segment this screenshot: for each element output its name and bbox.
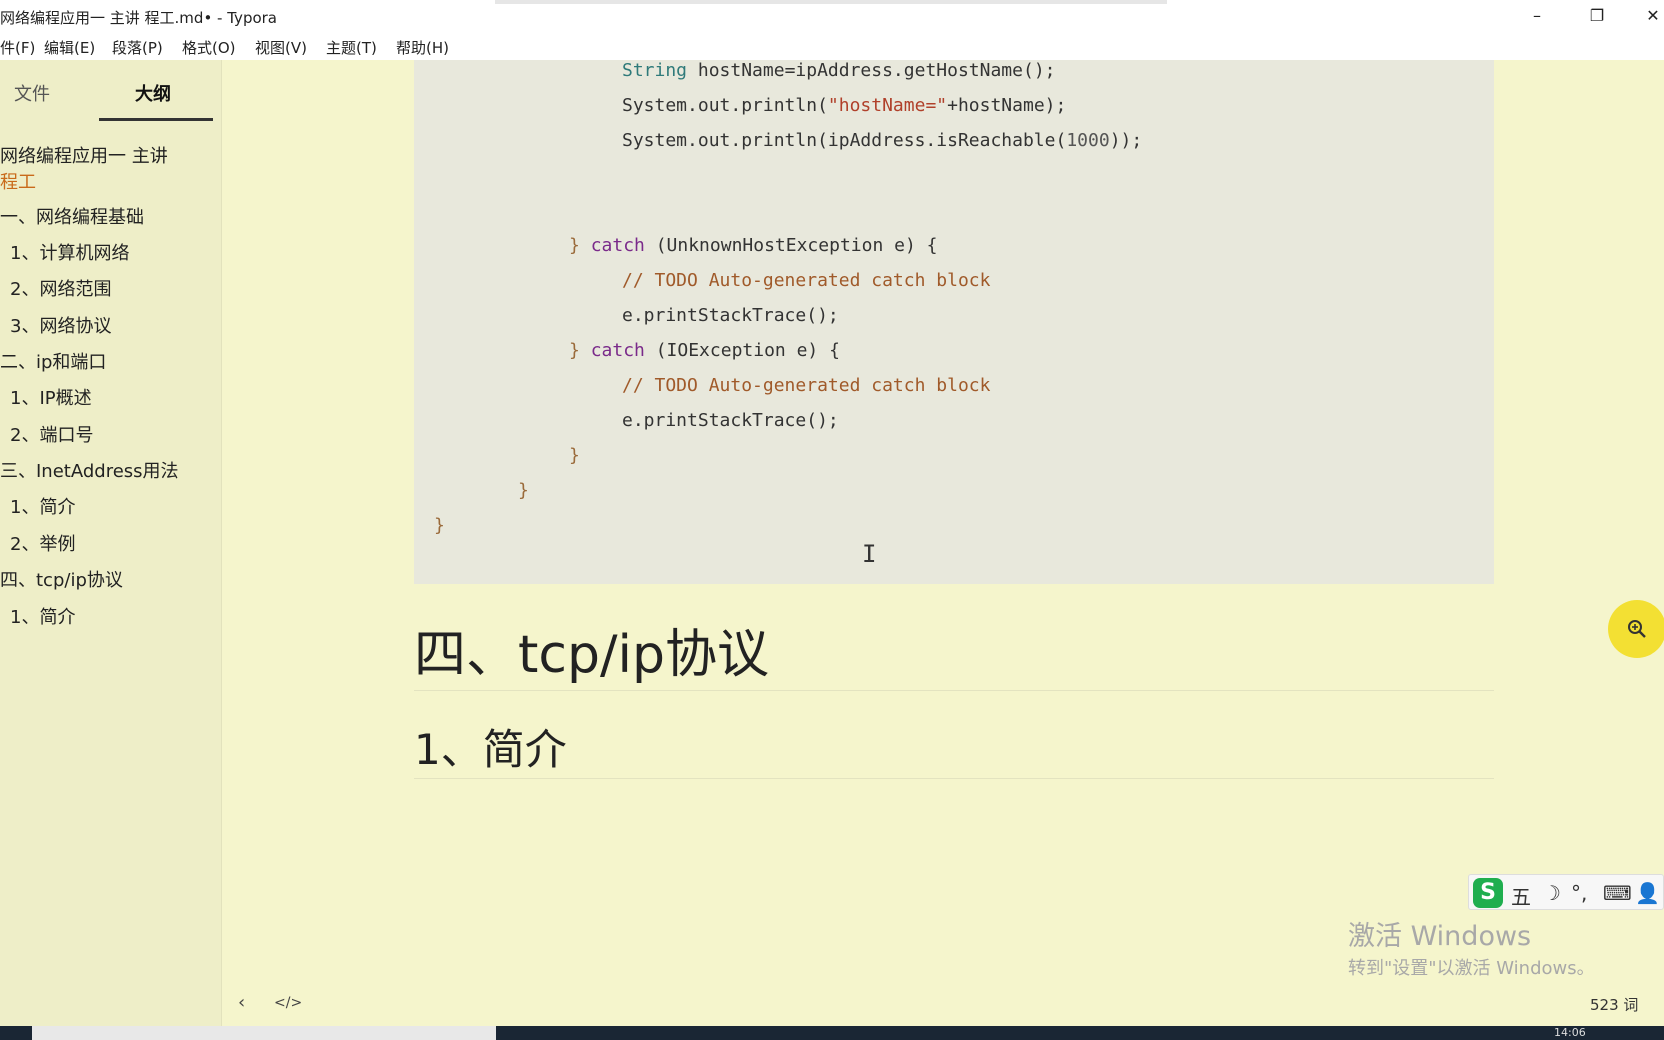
punctuation-icon[interactable]: °, [1571,881,1587,905]
code-block[interactable]: String hostName=ipAddress.getHostName();… [414,60,1494,584]
taskbar-clock: 14:06 [1554,1026,1586,1039]
zoom-magnifier-icon[interactable] [1608,600,1664,658]
maximize-button[interactable]: ❐ [1574,2,1620,30]
tab-outline[interactable]: 大纲 [135,80,171,106]
code-line: System.out.println("hostName="+hostName)… [622,95,1067,116]
menu-bar: 件(F) 编辑(E) 段落(P) 格式(O) 视图(V) 主题(T) 帮助(H) [0,32,1664,60]
outline-item[interactable]: 2、网络范围 [10,275,111,301]
outline-item[interactable]: 二、ip和端口 [0,348,106,374]
moon-icon[interactable]: ☽ [1543,881,1561,905]
code-brace: } [569,445,580,466]
code-line: e.printStackTrace(); [622,305,839,326]
editor-area[interactable]: String hostName=ipAddress.getHostName();… [222,60,1664,1026]
sidebar: 文件 大纲 网络编程应用一 主讲 程工 一、网络编程基础 1、计算机网络 2、网… [0,60,222,1026]
ime-toolbar: S 五 ☽ °, ⌨ 👤 [1468,874,1664,910]
code-comment: // TODO Auto-generated catch block [622,375,991,396]
active-tab-indicator [99,118,213,121]
heading-1: 四、tcp/ip协议 [414,625,769,685]
sogou-logo-icon[interactable]: S [1473,878,1503,908]
text-cursor-icon: I [862,540,877,568]
minimize-button[interactable]: – [1514,2,1560,30]
menu-theme[interactable]: 主题(T) [326,37,377,58]
heading-divider [414,690,1494,691]
outline-item[interactable]: 1、计算机网络 [10,239,129,265]
code-brace: } [518,480,529,501]
window-title: 网络编程应用一 主讲 程工.md• - Typora [0,9,277,27]
outline-item[interactable]: 四、tcp/ip协议 [0,566,123,592]
outline-item[interactable]: 1、简介 [10,603,75,629]
activation-watermark: 激活 Windows [1348,921,1532,952]
activation-watermark-hint: 转到"设置"以激活 Windows。 [1348,958,1595,979]
menu-format[interactable]: 格式(O) [182,37,236,58]
ime-mode[interactable]: 五 [1511,881,1531,910]
menu-view[interactable]: 视图(V) [255,37,307,58]
outline-item[interactable]: 2、端口号 [10,421,93,447]
code-line: System.out.println(ipAddress.isReachable… [622,130,1143,151]
menu-help[interactable]: 帮助(H) [396,37,449,58]
code-brace: } [434,515,445,536]
heading-2: 1、简介 [414,725,567,774]
code-line: } catch (IOException e) { [569,340,840,361]
menu-file[interactable]: 件(F) [0,37,35,58]
source-code-icon[interactable]: </> [274,995,302,1011]
chevron-left-icon[interactable]: ‹ [238,992,245,1013]
close-button[interactable]: ✕ [1630,2,1664,30]
code-comment: // TODO Auto-generated catch block [622,270,991,291]
heading-divider [414,778,1494,779]
tab-files[interactable]: 文件 [14,80,50,106]
outline-item[interactable]: 3、网络协议 [10,312,111,338]
top-shadow [495,0,1167,4]
outline-item[interactable]: 2、举例 [10,530,75,556]
outline-item-title[interactable]: 网络编程应用一 主讲 [0,142,168,168]
menu-paragraph[interactable]: 段落(P) [112,37,163,58]
outline-item[interactable]: 三、InetAddress用法 [0,457,179,483]
menu-edit[interactable]: 编辑(E) [44,37,95,58]
taskbar: 14:06 [0,1026,1664,1040]
keyboard-icon[interactable]: ⌨ [1603,881,1632,905]
code-line: e.printStackTrace(); [622,410,839,431]
code-line: String hostName=ipAddress.getHostName(); [622,60,1056,81]
outline-item[interactable]: 1、简介 [10,493,75,519]
code-line: } catch (UnknownHostException e) { [569,235,938,256]
title-bar: 网络编程应用一 主讲 程工.md• - Typora – ❐ ✕ [0,0,1664,32]
status-bar: ‹ </> 523 词 [222,990,1664,1018]
outline-item-title-cont[interactable]: 程工 [0,168,36,194]
word-count[interactable]: 523 词 [1590,994,1638,1015]
outline-item[interactable]: 1、IP概述 [10,384,92,410]
outline-item[interactable]: 一、网络编程基础 [0,203,144,229]
taskbar-search[interactable] [32,1026,496,1040]
user-icon[interactable]: 👤 [1635,881,1660,905]
